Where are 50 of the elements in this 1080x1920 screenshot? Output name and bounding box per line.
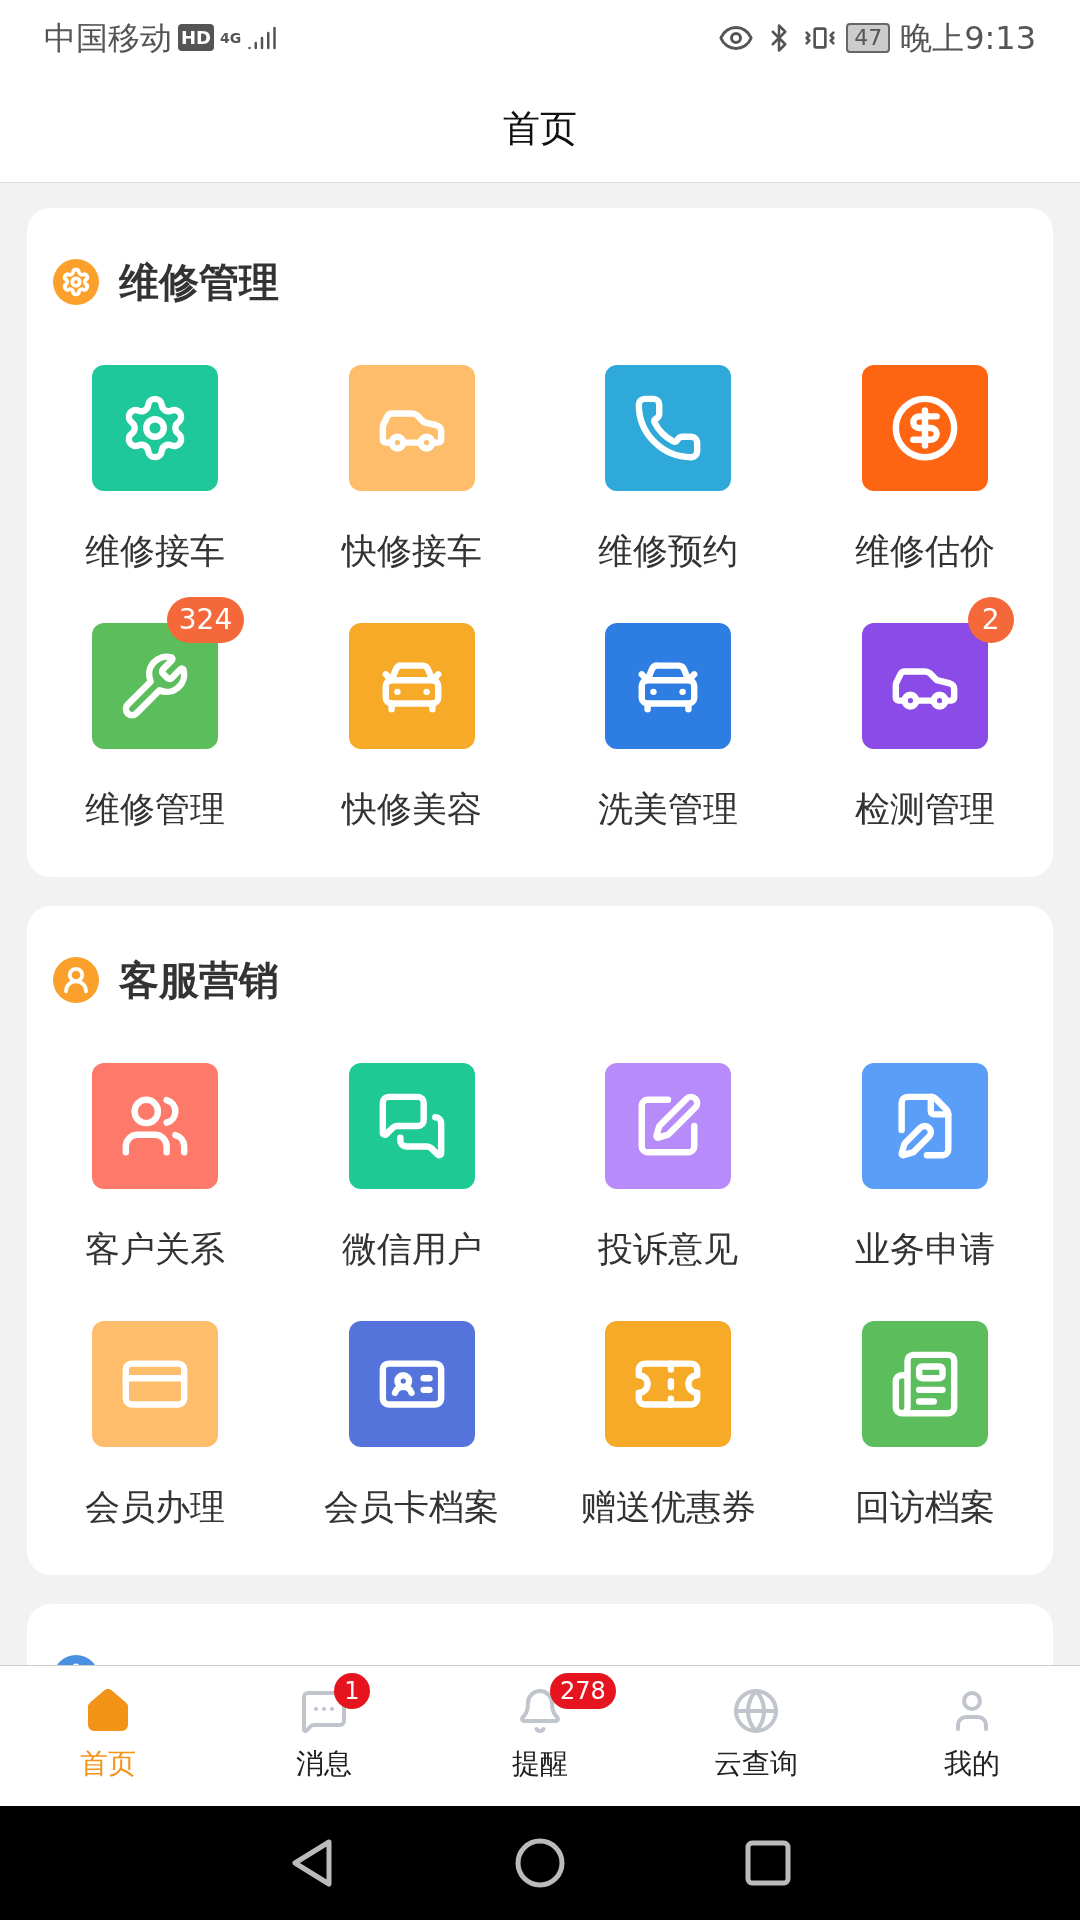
feature-label: 投诉意见 <box>598 1228 739 1271</box>
feature-tile[interactable] <box>861 1063 988 1189</box>
feature-label: 微信用户 <box>341 1228 482 1271</box>
count-badge: 278 <box>550 1673 616 1709</box>
count-badge: 324 <box>166 596 245 643</box>
feature-label: 洗美管理 <box>598 787 739 831</box>
feature-label: 客户关系 <box>85 1228 226 1271</box>
network-type: 4G <box>220 30 242 45</box>
feature-label: 检测管理 <box>854 787 995 831</box>
feature-label: 快修美容 <box>341 787 482 831</box>
home-button-icon[interactable] <box>515 1838 565 1888</box>
count-badge: 1 <box>334 1673 370 1709</box>
feature-tile[interactable] <box>348 622 475 749</box>
nav-tab[interactable]: 云查询 <box>648 1666 864 1806</box>
feature-tile[interactable] <box>605 622 732 749</box>
feature-tile[interactable] <box>348 365 475 491</box>
feature-label: 会员卡档案 <box>324 1485 500 1529</box>
feature-label: 回访档案 <box>854 1485 995 1529</box>
feature-label: 业务申请 <box>854 1228 995 1271</box>
feature-tile[interactable] <box>861 365 988 491</box>
feature-tile[interactable] <box>605 1063 732 1189</box>
feature-tile[interactable] <box>348 1063 475 1189</box>
page-title: 首页 <box>503 105 577 152</box>
feature-label: 快修接车 <box>341 530 482 573</box>
nav-tab[interactable]: 1 消息 <box>216 1666 432 1806</box>
nav-tab[interactable]: 278 提醒 <box>432 1666 648 1806</box>
feature-label: 维修估价 <box>854 530 995 573</box>
section-title: 客服营销 <box>119 956 279 1005</box>
recents-icon[interactable] <box>745 1840 791 1886</box>
feature-label: 赠送优惠券 <box>580 1485 756 1529</box>
clock: 晚上9:13 <box>900 17 1036 59</box>
feature-tile[interactable] <box>92 365 219 491</box>
feature-label: 会员办理 <box>85 1485 226 1529</box>
back-icon[interactable] <box>289 1838 335 1888</box>
hd-indicator: HD <box>178 24 214 51</box>
globe-icon <box>732 1687 780 1735</box>
feature-label: 维修管理 <box>85 787 226 831</box>
feature-tile[interactable] <box>348 1320 475 1447</box>
nav-tab[interactable]: 我的 <box>864 1666 1080 1806</box>
feature-tile[interactable] <box>605 365 732 491</box>
carrier-name: 中国移动 <box>44 17 172 59</box>
feature-label: 维修接车 <box>85 530 226 573</box>
feature-tile[interactable] <box>861 1320 988 1447</box>
section-title: 维修管理 <box>119 258 279 307</box>
battery-level: 47 <box>846 22 891 53</box>
count-badge: 2 <box>967 596 1014 643</box>
feature-tile[interactable] <box>605 1320 732 1447</box>
feature-tile[interactable] <box>92 1320 219 1447</box>
feature-tile[interactable] <box>92 1063 219 1189</box>
feature-label: 维修预约 <box>598 530 739 573</box>
